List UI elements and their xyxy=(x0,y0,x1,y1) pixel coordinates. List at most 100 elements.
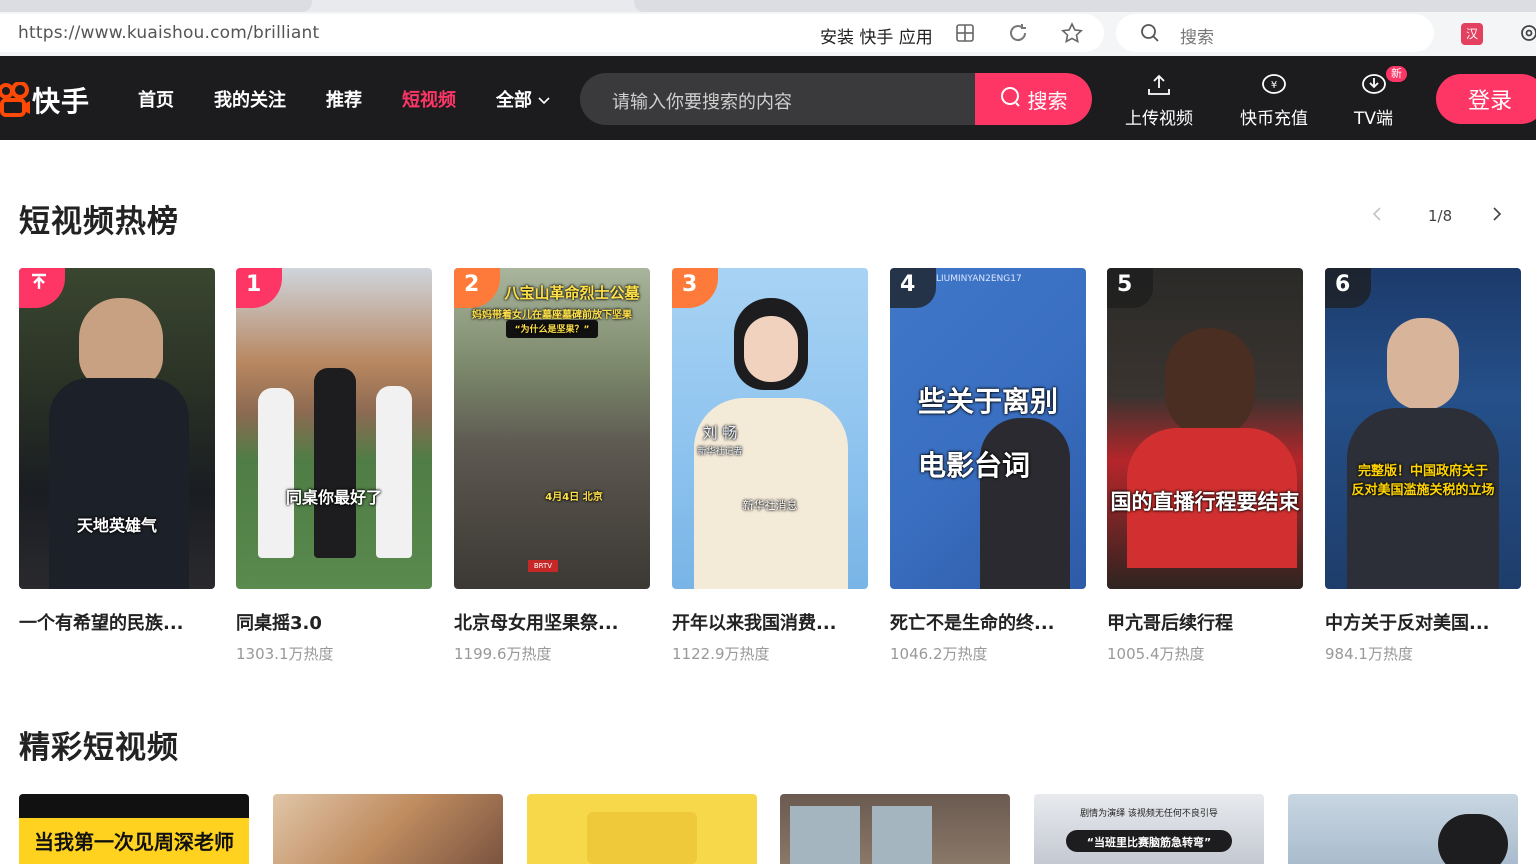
featured-video-card[interactable] xyxy=(273,794,503,864)
thumbnail-window xyxy=(790,806,860,864)
rank-badge: 6 xyxy=(1325,268,1371,308)
hot-video-card[interactable]: 2 八宝山革命烈士公墓 妈妈带着女儿在墓座墓碑前放下坚果 “为什么是坚果？” 4… xyxy=(454,268,650,664)
nav-home[interactable]: 首页 xyxy=(138,86,174,112)
thumbnail-window xyxy=(872,806,932,864)
browser-tab[interactable] xyxy=(0,0,312,12)
thumbnail-figure xyxy=(1165,328,1255,438)
thumbnail-subcaption: 妈妈带着女儿在墓座墓碑前放下坚果 xyxy=(472,310,632,321)
pinned-rank-badge xyxy=(19,268,65,308)
thumbnail-watermark: 新华社消息 xyxy=(742,499,798,512)
thumbnail-caption: 八宝山革命烈士公墓 xyxy=(504,284,640,302)
thumbnail-caption: 些关于离别 xyxy=(917,385,1058,418)
video-thumbnail[interactable]: 1 同桌你最好了 xyxy=(236,268,432,589)
browser-search-field[interactable]: 搜索 xyxy=(1116,14,1434,52)
search-icon xyxy=(1000,86,1022,113)
featured-video-card[interactable]: 剧情为演绎 该视频无任何不良引导 “当班里比赛脑筋急转弯” xyxy=(1034,794,1264,864)
thumbnail-figure xyxy=(258,388,294,558)
refresh-icon[interactable] xyxy=(1007,22,1029,44)
hot-video-card[interactable]: 4 LIUMINYAN2ENG17 些关于离别 电影台词 死亡不是生命的终...… xyxy=(890,268,1086,664)
tv-client-button[interactable]: 新 TV端 xyxy=(1354,66,1407,129)
thumbnail-caption: “当班里比赛脑筋急转弯” xyxy=(1086,836,1212,849)
tv-client-label: TV端 xyxy=(1354,109,1394,129)
video-title[interactable]: 中方关于反对美国... xyxy=(1325,609,1521,635)
login-button[interactable]: 登录 xyxy=(1436,74,1536,124)
coin-recharge-button[interactable]: ¥ 快币充值 xyxy=(1240,72,1308,129)
heat-value: 1199.6万热度 xyxy=(454,645,552,663)
thumbnail-watermark: LIUMINYAN2ENG17 xyxy=(936,274,1022,284)
browser-search-placeholder: 搜索 xyxy=(1180,28,1214,48)
nav-short-video[interactable]: 短视频 xyxy=(402,86,456,112)
browser-tab[interactable] xyxy=(634,0,1536,12)
thumbnail-caption: 完整版！中国政府关于 xyxy=(1357,464,1488,479)
thumbnail-subcaption: 电影台词 xyxy=(917,449,1030,482)
new-badge: 新 xyxy=(1386,66,1407,82)
brtv-logo: BRTV xyxy=(528,560,558,572)
main-nav: 首页 我的关注 推荐 短视频 全部 xyxy=(138,86,590,112)
featured-video-card[interactable] xyxy=(780,794,1010,864)
thumbnail-disclaimer: 剧情为演绎 该视频无任何不良引导 xyxy=(1080,809,1218,819)
video-title[interactable]: 同桌摇3.0 xyxy=(236,609,432,635)
featured-video-card[interactable] xyxy=(527,794,757,864)
hot-video-card[interactable]: 5 国的直播行程要结束 甲亢哥后续行程 1005.4万热度 xyxy=(1107,268,1303,664)
site-search-button[interactable]: 搜索 xyxy=(975,73,1092,125)
nav-following[interactable]: 我的关注 xyxy=(214,86,286,112)
thumbnail-figure xyxy=(314,368,356,558)
video-thumbnail[interactable]: 4 LIUMINYAN2ENG17 些关于离别 电影台词 xyxy=(890,268,1086,589)
upload-video-button[interactable]: 上传视频 xyxy=(1125,72,1193,129)
url-text[interactable]: https://www.kuaishou.com/brilliant xyxy=(18,23,319,43)
featured-title: 精彩短视频 xyxy=(19,730,179,766)
svg-text:¥: ¥ xyxy=(1271,80,1277,91)
thumbnail-figure xyxy=(1387,318,1459,410)
featured-video-card[interactable]: 当我第一次见周深老师 xyxy=(19,794,249,864)
heat-value: 1122.9万热度 xyxy=(672,645,770,663)
thumbnail-date: 4月4日 北京 xyxy=(545,492,603,503)
thumbnail-caption: 同桌你最好了 xyxy=(285,488,382,507)
video-thumbnail[interactable]: 2 八宝山革命烈士公墓 妈妈带着女儿在墓座墓碑前放下坚果 “为什么是坚果？” 4… xyxy=(454,268,650,589)
video-title[interactable]: 开年以来我国消费... xyxy=(672,609,868,635)
kuaishou-logo-icon xyxy=(0,81,30,118)
upload-icon xyxy=(1125,72,1193,98)
video-thumbnail[interactable]: 3 刘 畅 新华社记者 新华社消息 xyxy=(672,268,868,589)
nav-recommend[interactable]: 推荐 xyxy=(326,86,362,112)
thumbnail-caption: 刘 畅 xyxy=(702,424,738,442)
nav-all-dropdown[interactable]: 全部 xyxy=(496,86,550,112)
heat-value: 1005.4万热度 xyxy=(1107,645,1205,663)
rank-badge: 4 xyxy=(890,268,936,308)
hot-video-card[interactable]: 3 刘 畅 新华社记者 新华社消息 开年以来我国消费... 1122.9万热度 xyxy=(672,268,868,664)
install-app-button[interactable]: 安装 快手 应用 xyxy=(820,23,933,48)
settings-gear-icon[interactable] xyxy=(1518,22,1536,44)
upload-video-label: 上传视频 xyxy=(1125,109,1193,129)
thumbnail-question: “为什么是坚果？” xyxy=(514,325,590,335)
thumbnail-figure xyxy=(744,316,798,382)
logo-text: 快手 xyxy=(32,85,91,118)
rank-badge: 1 xyxy=(236,268,282,308)
caption-banner: 当我第一次见周深老师 xyxy=(19,818,249,864)
extension-icon[interactable]: 汉 xyxy=(1461,23,1483,45)
thumbnail-figure xyxy=(1347,408,1499,589)
video-title[interactable]: 死亡不是生命的终... xyxy=(890,609,1086,635)
video-title[interactable]: 一个有希望的民族... xyxy=(19,609,215,635)
thumbnail-subcaption: 反对美国滥施关税的立场 xyxy=(1351,483,1495,498)
hot-video-card[interactable]: 1 同桌你最好了 同桌摇3.0 1303.1万热度 xyxy=(236,268,432,664)
kuaishou-logo[interactable]: 快手 xyxy=(0,80,90,120)
site-search-input[interactable]: 请输入你要搜索的内容 xyxy=(612,88,792,114)
hot-video-card[interactable]: 6 完整版！中国政府关于 反对美国滥施关税的立场 中方关于反对美国... 984… xyxy=(1325,268,1521,664)
thumbnail-figure xyxy=(1438,814,1508,864)
video-thumbnail[interactable]: 6 完整版！中国政府关于 反对美国滥施关税的立场 xyxy=(1325,268,1521,589)
video-thumbnail[interactable]: 天地英雄气 xyxy=(19,268,215,589)
bookmark-star-icon[interactable] xyxy=(1061,22,1083,44)
chevron-left-icon[interactable] xyxy=(1372,206,1382,226)
page-indicator: 1/8 xyxy=(1428,207,1453,225)
rank-badge: 5 xyxy=(1107,268,1153,308)
hot-video-card[interactable]: 天地英雄气 一个有希望的民族... xyxy=(19,268,215,635)
app-grid-icon[interactable] xyxy=(954,22,976,44)
video-thumbnail[interactable]: 5 国的直播行程要结束 xyxy=(1107,268,1303,589)
heat-value: 1303.1万热度 xyxy=(236,645,334,663)
featured-video-card[interactable] xyxy=(1288,794,1518,864)
url-field[interactable]: https://www.kuaishou.com/brilliant 安装 快手… xyxy=(0,14,1104,52)
site-search-bar[interactable]: 请输入你要搜索的内容 搜索 xyxy=(580,73,1092,125)
chevron-right-icon[interactable] xyxy=(1492,206,1502,226)
nav-all-label: 全部 xyxy=(496,90,532,111)
video-title[interactable]: 甲亢哥后续行程 xyxy=(1107,609,1303,635)
video-title[interactable]: 北京母女用坚果祭... xyxy=(454,609,650,635)
